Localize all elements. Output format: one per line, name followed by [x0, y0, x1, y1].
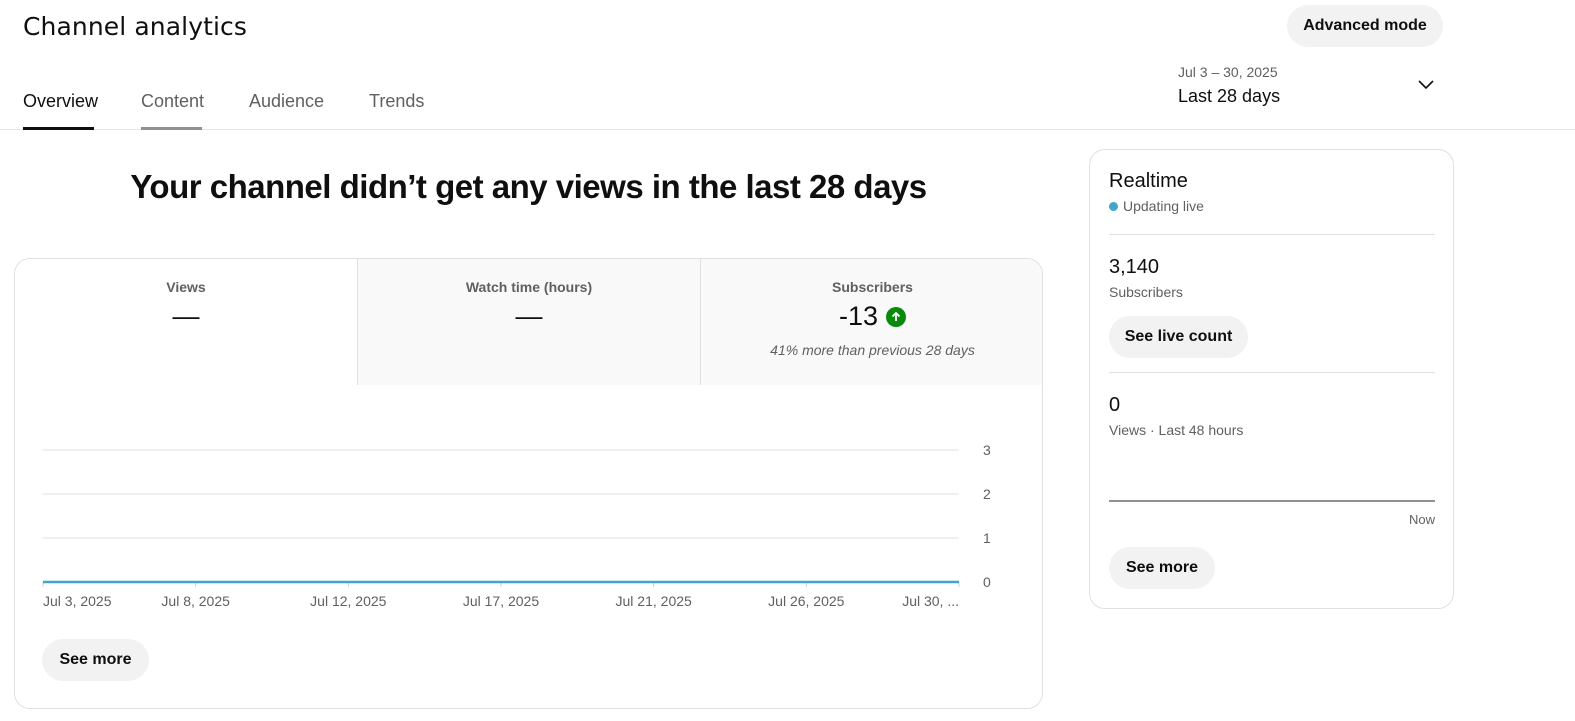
- x-tick-label: Jul 26, 2025: [768, 593, 844, 609]
- tab-overview[interactable]: Overview: [23, 91, 98, 130]
- advanced-mode-button[interactable]: Advanced mode: [1287, 5, 1443, 47]
- x-tick-label: Jul 30, ...: [902, 593, 959, 609]
- y-tick-label: 3: [983, 442, 991, 458]
- see-more-button[interactable]: See more: [42, 639, 149, 681]
- arrow-up-icon: [886, 306, 907, 327]
- realtime-status-label: Updating live: [1123, 198, 1204, 214]
- metric-watch-time-value: —: [515, 301, 543, 331]
- date-period-label: Last 28 days: [1178, 86, 1281, 106]
- tab-overview-label: Overview: [23, 91, 99, 111]
- y-tick-label: 1: [983, 530, 991, 546]
- metric-subscribers-note: 41% more than previous 28 days: [770, 342, 975, 358]
- date-range-selector[interactable]: Jul 3 – 30, 2025 Last 28 days: [1178, 64, 1438, 112]
- metric-subscribers-value: -13: [839, 301, 907, 332]
- realtime-status: Updating live: [1109, 198, 1204, 214]
- overview-card: Views — Watch time (hours) — Subscribers…: [14, 258, 1043, 709]
- tab-content-label: Content: [141, 91, 205, 111]
- views-chart: 0 1 2 3 Jul 3, 2025 Jul 8, 2025 Jul 12, 2025 Ju…: [42, 442, 991, 609]
- tab-audience-label: Audience: [249, 91, 325, 111]
- active-tab-indicator: [23, 127, 94, 130]
- date-range-text: Jul 3 – 30, 2025: [1178, 64, 1278, 80]
- metric-tabs: Views — Watch time (hours) — Subscribers…: [15, 259, 1042, 385]
- x-tick-label: Jul 3, 2025: [43, 593, 112, 609]
- realtime-sparkline: [1109, 500, 1435, 502]
- realtime-subscribers-value: 3,140: [1109, 256, 1160, 278]
- page-title: Channel analytics: [23, 12, 248, 41]
- metric-watch-time[interactable]: Watch time (hours) —: [357, 259, 700, 385]
- divider: [1109, 234, 1435, 235]
- realtime-card: Realtime Updating live 3,140 Subscribers…: [1089, 149, 1454, 609]
- x-tick-label: Jul 21, 2025: [616, 593, 692, 609]
- divider: [1109, 372, 1435, 373]
- y-tick-label: 2: [983, 486, 991, 502]
- metric-watch-time-label: Watch time (hours): [465, 279, 593, 295]
- metric-views-label: Views: [166, 279, 206, 295]
- x-tick-label: Jul 17, 2025: [463, 593, 539, 609]
- tab-audience[interactable]: Audience: [249, 91, 325, 130]
- realtime-subscribers-label: Subscribers: [1109, 284, 1183, 300]
- x-tick-label: Jul 12, 2025: [310, 593, 386, 609]
- realtime-see-more-button[interactable]: See more: [1109, 547, 1215, 589]
- hover-tab-indicator: [141, 127, 202, 130]
- metric-views-value: —: [172, 301, 200, 331]
- live-dot-icon: [1109, 201, 1118, 211]
- tab-trends[interactable]: Trends: [369, 91, 425, 130]
- chevron-down-icon: [1418, 80, 1434, 90]
- metric-subscribers-label: Subscribers: [832, 279, 913, 295]
- realtime-views-value: 0: [1109, 394, 1121, 416]
- realtime-title: Realtime: [1109, 170, 1188, 192]
- metric-views[interactable]: Views —: [15, 259, 357, 385]
- y-tick-label: 0: [983, 574, 991, 590]
- see-live-count-button[interactable]: See live count: [1109, 316, 1248, 358]
- x-tick-label: Jul 8, 2025: [161, 593, 230, 609]
- tab-content[interactable]: Content: [141, 91, 205, 130]
- realtime-views-label: Views · Last 48 hours: [1109, 422, 1244, 438]
- metric-subscribers[interactable]: Subscribers -13 41% more than previous 2…: [700, 259, 1042, 385]
- tab-trends-label: Trends: [369, 91, 425, 111]
- realtime-axis-now: Now: [1408, 512, 1435, 527]
- overview-headline: Your channel didn’t get any views in the…: [130, 168, 927, 205]
